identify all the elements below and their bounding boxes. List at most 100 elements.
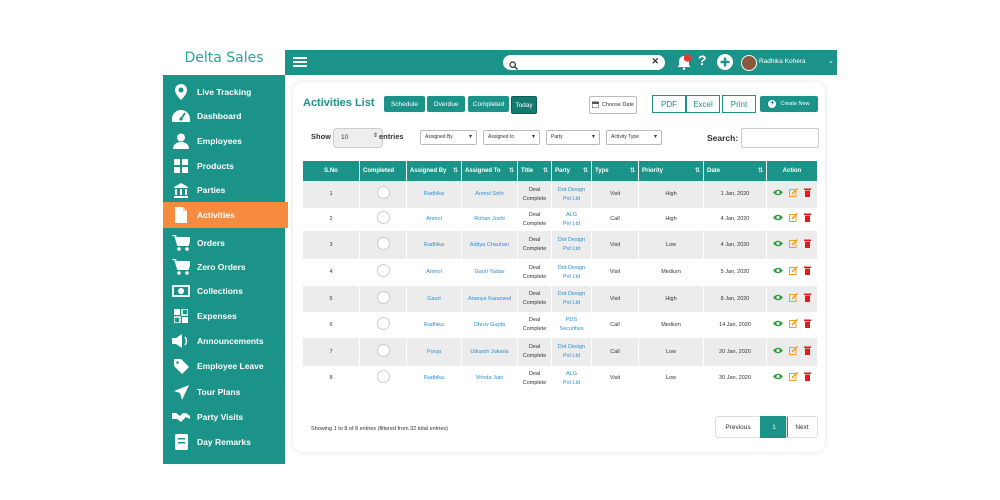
cell-party[interactable]: Dot Design Pvt Ltd — [551, 181, 592, 208]
view-eye-icon[interactable] — [773, 373, 783, 384]
cell-assigned-to[interactable]: Anmol Seth — [461, 181, 518, 208]
cell-party[interactable]: ALG Pvt Ltd — [551, 366, 592, 391]
notification-bell-icon[interactable] — [676, 54, 692, 75]
overdue-button[interactable]: Overdue — [427, 96, 465, 112]
cell-assigned-by[interactable]: Anmol — [406, 208, 462, 231]
completed-radio[interactable] — [376, 343, 390, 357]
view-eye-icon[interactable] — [773, 189, 783, 200]
sidebar-item-announcements[interactable]: Announcements — [163, 329, 285, 353]
help-icon[interactable]: ? — [698, 52, 707, 68]
table-row[interactable]: 7 Pooja Utkarsh Jukaria Deal Complete Dot Des… — [303, 338, 818, 366]
cell-assigned-by[interactable]: Radhika — [406, 366, 462, 391]
cell-assigned-by[interactable]: Gauri — [406, 286, 462, 312]
assigned-by-filter[interactable]: Assigned By ▾ — [420, 130, 477, 145]
page-1-button[interactable]: 1 — [760, 416, 788, 438]
cell-assigned-to[interactable]: Gauri Yadav — [461, 259, 518, 286]
delete-icon[interactable] — [804, 213, 811, 226]
delete-icon[interactable] — [804, 319, 811, 332]
sidebar-item-products[interactable]: Products — [163, 154, 285, 178]
sidebar-item-employee-leave[interactable]: Employee Leave — [163, 354, 285, 378]
completed-radio[interactable] — [376, 211, 390, 224]
cell-assigned-to[interactable]: Utkarsh Jukaria — [461, 338, 518, 366]
sidebar-item-party-visits[interactable]: Party Visits — [163, 405, 285, 429]
create-new-button[interactable]: + Create New — [760, 96, 818, 112]
add-circle-icon[interactable] — [717, 54, 733, 75]
delete-icon[interactable] — [804, 266, 811, 279]
header-assigned-by[interactable]: Assigned By ⇅ — [406, 161, 462, 181]
sidebar-item-activities[interactable]: Activities — [163, 202, 288, 228]
avatar[interactable] — [741, 55, 757, 71]
chevron-down-icon[interactable]: ⌄ — [828, 57, 834, 65]
menu-icon[interactable] — [293, 55, 307, 69]
entries-select[interactable]: 10 ⇕ — [333, 128, 383, 148]
excel-button[interactable]: Excel — [686, 95, 720, 113]
close-icon[interactable]: ✕ — [651, 56, 659, 67]
view-eye-icon[interactable] — [773, 214, 783, 225]
cell-assigned-by[interactable]: Radhika — [406, 312, 462, 338]
edit-icon[interactable] — [789, 212, 799, 226]
completed-radio[interactable] — [376, 290, 390, 304]
search-input[interactable] — [521, 56, 650, 70]
sidebar-item-live-tracking[interactable]: Live Tracking — [163, 80, 285, 104]
delete-icon[interactable] — [804, 293, 811, 306]
cell-party[interactable]: Dot Design Pvt Ltd — [551, 259, 592, 286]
cell-party[interactable]: Dot Design Pvt Ltd — [551, 286, 592, 312]
edit-icon[interactable] — [789, 345, 799, 359]
sidebar-item-employees[interactable]: Employees — [163, 129, 285, 153]
cell-assigned-by[interactable]: Radhika — [406, 181, 462, 208]
cell-assigned-to[interactable]: Ananya Karanwal — [461, 286, 518, 312]
completed-radio[interactable] — [376, 236, 390, 250]
choose-date-button[interactable]: Choose Date — [589, 96, 637, 114]
cell-party[interactable]: PDS Securities — [551, 312, 592, 338]
user-name[interactable]: Radhika Kohera — [759, 58, 806, 65]
view-eye-icon[interactable] — [773, 294, 783, 305]
sidebar-item-day-remarks[interactable]: Day Remarks — [163, 430, 285, 454]
today-button[interactable]: Today — [511, 96, 537, 114]
cell-assigned-to[interactable]: Vrinda Jain — [461, 366, 518, 391]
view-eye-icon[interactable] — [773, 267, 783, 278]
header-sno[interactable]: S.No — [303, 161, 360, 181]
edit-icon[interactable] — [789, 187, 799, 201]
edit-icon[interactable] — [789, 265, 799, 279]
assigned-to-filter[interactable]: Assigned to ▾ — [483, 130, 540, 145]
cell-assigned-to[interactable]: Aditya Chauhan — [461, 231, 518, 259]
sidebar-item-orders[interactable]: Orders — [163, 231, 285, 255]
delete-icon[interactable] — [804, 239, 811, 252]
activity-type-filter[interactable]: Activity Type ▾ — [606, 130, 662, 145]
cell-assigned-by[interactable]: Anmol — [406, 259, 462, 286]
table-search-input[interactable] — [741, 128, 819, 148]
header-priority[interactable]: Priority ⇅ — [638, 161, 704, 181]
sidebar-item-parties[interactable]: Parties — [163, 178, 285, 202]
table-row[interactable]: 5 Gauri Ananya Karanwal Deal Complete Dot Des… — [303, 286, 818, 312]
header-date[interactable]: Date ⇅ — [703, 161, 767, 181]
cell-party[interactable]: Dot Design Pvt Ltd — [551, 338, 592, 366]
completed-radio[interactable] — [376, 316, 390, 330]
header-completed[interactable]: Completed — [359, 161, 407, 181]
edit-icon[interactable] — [789, 371, 799, 385]
schedule-button[interactable]: Schedule — [384, 96, 425, 112]
edit-icon[interactable] — [789, 318, 799, 332]
sidebar-item-collections[interactable]: Collections — [163, 279, 285, 303]
table-row[interactable]: 6 Radhika Dhruv Gupta Deal Complete PDS Securi… — [303, 312, 818, 338]
next-button[interactable]: Next — [786, 416, 818, 438]
cell-assigned-by[interactable]: Pooja — [406, 338, 462, 366]
previous-button[interactable]: Previous — [715, 416, 761, 438]
header-assigned-to[interactable]: Assigned To ⇅ — [461, 161, 518, 181]
table-row[interactable]: 1 Radhika Anmol Seth Deal Complete Dot Design… — [303, 181, 818, 208]
party-filter[interactable]: Party ▾ — [546, 130, 600, 145]
cell-assigned-to[interactable]: Rohan Joshi — [461, 208, 518, 231]
completed-button[interactable]: Completed — [468, 96, 509, 112]
print-button[interactable]: Print — [722, 95, 756, 113]
edit-icon[interactable] — [789, 292, 799, 306]
delete-icon[interactable] — [804, 346, 811, 359]
table-row[interactable]: 8 Radhika Vrinda Jain Deal Complete ALG Pvt Lt… — [303, 366, 818, 391]
view-eye-icon[interactable] — [773, 240, 783, 251]
completed-radio[interactable] — [376, 186, 390, 199]
sidebar-item-tour-plans[interactable]: Tour Plans — [163, 380, 285, 404]
edit-icon[interactable] — [789, 238, 799, 252]
table-row[interactable]: 2 Anmol Rohan Joshi Deal Complete ALG Pvt Ltd C… — [303, 208, 818, 231]
delete-icon[interactable] — [804, 188, 811, 201]
header-title[interactable]: Title ⇅ — [517, 161, 552, 181]
cell-assigned-by[interactable]: Radhika — [406, 231, 462, 259]
view-eye-icon[interactable] — [773, 320, 783, 331]
